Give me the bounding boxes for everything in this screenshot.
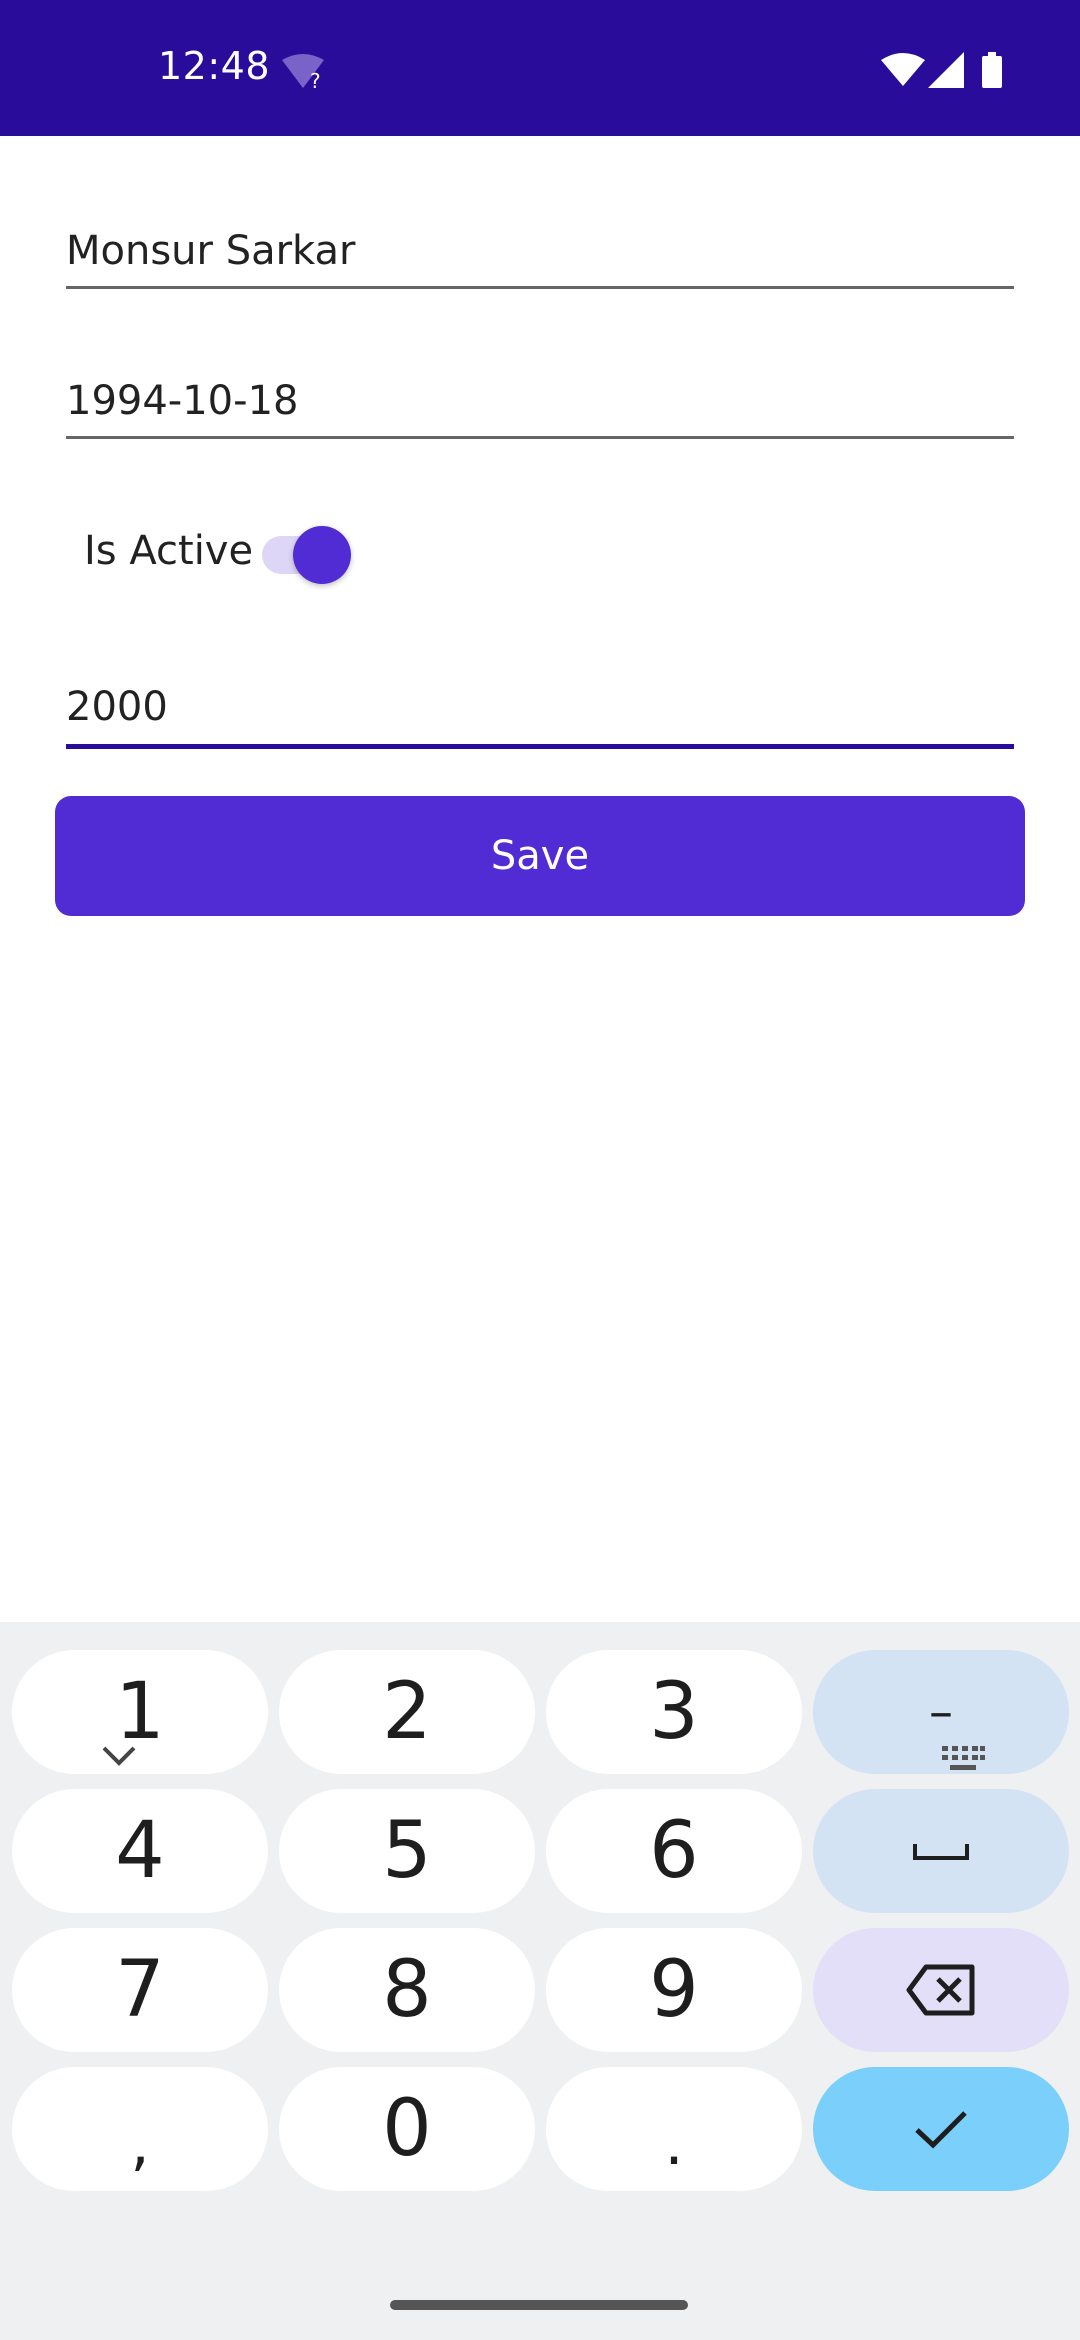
wifi-unknown-icon: ? [282, 54, 324, 90]
backspace-icon [906, 1964, 976, 2016]
key-period[interactable]: . [546, 2067, 802, 2191]
wifi-question-mark: ? [310, 69, 321, 90]
key-space[interactable] [813, 1789, 1069, 1913]
key-label: 4 [115, 1806, 165, 1896]
signal-icon [928, 52, 964, 88]
key-label: 0 [382, 2084, 432, 2174]
key-8[interactable]: 8 [279, 1928, 535, 2052]
checkmark-icon [913, 2108, 969, 2150]
wifi-icon [881, 53, 925, 86]
key-backspace[interactable] [813, 1928, 1069, 2052]
is-active-switch-thumb[interactable] [293, 526, 351, 584]
status-time: 12:48 [158, 44, 271, 88]
amount-underline-focused [66, 744, 1014, 749]
home-indicator[interactable] [390, 2300, 688, 2310]
key-5[interactable]: 5 [279, 1789, 535, 1913]
name-field[interactable]: Monsur Sarkar [66, 216, 1014, 292]
key-6[interactable]: 6 [546, 1789, 802, 1913]
key-9[interactable]: 9 [546, 1928, 802, 2052]
key-0[interactable]: 0 [279, 2067, 535, 2191]
key-1[interactable]: 1 [12, 1650, 268, 1774]
key-enter[interactable] [813, 2067, 1069, 2191]
name-input-value: Monsur Sarkar [66, 228, 356, 274]
key-4[interactable]: 4 [12, 1789, 268, 1913]
amount-field[interactable]: 2000 [66, 674, 1014, 756]
key-label: 6 [649, 1806, 699, 1896]
space-bar-icon [911, 1840, 971, 1862]
amount-input-value: 2000 [66, 684, 168, 730]
numeric-keyboard: 1 2 3 – 4 5 6 7 8 9, 0. [0, 1622, 1080, 2340]
name-underline [66, 286, 1014, 289]
key-comma[interactable]: , [12, 2067, 268, 2191]
key-7[interactable]: 7 [12, 1928, 268, 2052]
key-label: 8 [382, 1945, 432, 2035]
save-button[interactable]: Save [55, 796, 1025, 916]
key-label: . [664, 2109, 684, 2179]
date-input-value: 1994-10-18 [66, 378, 299, 424]
chevron-down-icon[interactable] [100, 1744, 138, 1768]
key-label: 5 [382, 1806, 432, 1896]
is-active-label: Is Active [84, 528, 254, 574]
status-bar: 12:48 ? [0, 0, 1080, 136]
key-label: , [130, 2109, 150, 2179]
key-label: – [929, 1684, 953, 1740]
key-2[interactable]: 2 [279, 1650, 535, 1774]
date-underline [66, 436, 1014, 439]
battery-icon [982, 52, 1002, 88]
key-label: 7 [115, 1945, 165, 2035]
date-field[interactable]: 1994-10-18 [66, 366, 1014, 442]
key-label: 9 [649, 1945, 699, 2035]
key-label: 2 [382, 1667, 432, 1757]
keyboard-icon[interactable] [940, 1744, 986, 1772]
key-label: 3 [649, 1667, 699, 1757]
key-3[interactable]: 3 [546, 1650, 802, 1774]
